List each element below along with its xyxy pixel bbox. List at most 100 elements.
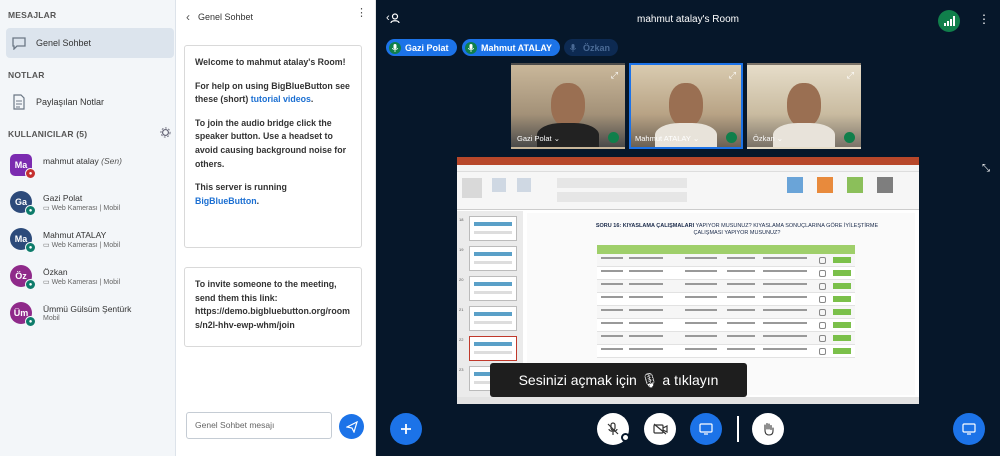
mic-icon — [389, 41, 401, 54]
options-menu-icon[interactable]: ⋮ — [978, 12, 990, 26]
user-list-item[interactable]: Öz ● Özkan ▭ Web Kamerası | Mobil — [10, 263, 170, 299]
sidebar-item-public-chat[interactable]: Genel Sohbet — [6, 28, 174, 58]
slide-thumbnail[interactable]: 18 — [459, 215, 521, 242]
chat-message-input[interactable]: Genel Sohbet mesajı — [186, 412, 332, 439]
notes-heading: NOTLAR — [8, 70, 45, 80]
mic-icon — [844, 132, 855, 143]
mic-off-icon — [606, 422, 620, 436]
chevron-left-icon[interactable]: ‹ — [186, 10, 190, 24]
mic-muted-badge-icon: ● — [25, 168, 36, 179]
user-list-item[interactable]: Ga ● Gazi Polat ▭ Web Kamerası | Mobil — [10, 189, 170, 225]
connection-status-button[interactable] — [938, 10, 960, 32]
actions-plus-button[interactable] — [390, 413, 422, 445]
welcome-room: mahmut atalay's Room — [246, 57, 343, 67]
chat-icon — [6, 36, 32, 50]
talking-indicator[interactable]: Gazi Polat — [386, 39, 457, 56]
app-titlebar — [457, 157, 919, 165]
video-tile[interactable]: ⤢ Mahmut ATALAY ⌄ — [629, 63, 743, 149]
invite-link[interactable]: https://demo.bigbluebutton.org/rooms/n2l… — [195, 306, 350, 330]
slide-table-row — [597, 332, 855, 345]
settings-gear-icon[interactable] — [160, 127, 171, 138]
desktop-icon — [699, 423, 713, 435]
fullscreen-icon[interactable]: ⤢ — [729, 70, 736, 81]
chat-header: ‹ Genel Sohbet ⋮ — [176, 0, 376, 34]
user-status: ▭ Web Kamerası | Mobil — [43, 279, 121, 286]
slide-thumbnail[interactable]: 22 — [459, 335, 521, 362]
slide-table-row — [597, 280, 855, 293]
video-name: Özkan ⌄ — [753, 134, 784, 143]
slide-heading-rest: YAPIYOR MUSUNUZ? KIYASLAMA SONUÇLARINA G… — [693, 223, 879, 236]
webcam-icon: ▭ — [43, 242, 52, 249]
sidebar-item-shared-notes[interactable]: Paylaşılan Notlar — [6, 87, 174, 117]
video-tile[interactable]: ⤢ Gazi Polat ⌄ — [511, 63, 625, 149]
slide-table-row — [597, 254, 855, 267]
video-name: Mahmut ATALAY ⌄ — [635, 134, 700, 143]
mic-badge-icon: ● — [25, 242, 36, 253]
user-status: Mobil — [43, 315, 60, 322]
help-end: . — [310, 94, 314, 105]
welcome-message: Welcome to mahmut atalay's Room! For hel… — [184, 45, 362, 248]
mic-badge-icon: ● — [25, 279, 36, 290]
video-name: Gazi Polat ⌄ — [517, 134, 560, 143]
bigbluebutton-link[interactable]: BigBlueButton — [195, 196, 257, 206]
participant-face — [669, 83, 703, 127]
meeting-area: ‹ mahmut atalay's Room ⋮ Gazi Polat Mahmu… — [376, 0, 1000, 456]
slide-thumbnail[interactable]: 20 — [459, 275, 521, 302]
server-end: . — [256, 195, 260, 206]
sidebar-item-label: Genel Sohbet — [36, 38, 92, 48]
users-heading: KULLANICILAR (5) — [8, 129, 88, 139]
tutorial-videos-link[interactable]: tutorial videos — [251, 94, 311, 104]
talking-indicator[interactable]: Özkan — [564, 39, 619, 56]
slide-table-row — [597, 267, 855, 280]
welcome-prefix: Welcome to — [195, 57, 247, 67]
video-tile[interactable]: ⤢ Özkan ⌄ — [747, 63, 861, 149]
slide-thumbnail[interactable]: 21 — [459, 305, 521, 332]
more-options-icon[interactable]: ⋮ — [356, 8, 367, 19]
chat-title: Genel Sohbet — [198, 12, 254, 22]
user-list-item[interactable]: Ma ● mahmut atalay (Sen) — [10, 152, 170, 188]
presentation-icon — [962, 423, 976, 435]
user-list-item[interactable]: Ma ● Mahmut ATALAY ▭ Web Kamerası | Mobi… — [10, 226, 170, 262]
plus-icon — [400, 423, 412, 435]
mic-badge-icon: ● — [25, 316, 36, 327]
mic-icon — [465, 41, 477, 54]
server-text: This server is running — [195, 182, 287, 193]
slide-table-row — [597, 345, 855, 358]
user-status: ▭ Web Kamerası | Mobil — [43, 205, 121, 212]
app-statusbar — [457, 397, 919, 404]
hand-icon — [762, 422, 775, 436]
slide-thumbnail[interactable]: 19 — [459, 245, 521, 272]
fullscreen-icon[interactable]: ⤢ — [847, 70, 854, 81]
user-list-sidebar: MESAJLAR Genel Sohbet NOTLAR Paylaşılan … — [0, 0, 176, 456]
slide-heading: SORU 16: KIYASLAMA ÇALIŞMALARI YAPIYOR M… — [587, 223, 887, 237]
ribbon-toolbar — [457, 172, 919, 210]
invite-message: To invite someone to the meeting, send t… — [184, 267, 362, 347]
slide-table-row — [597, 319, 855, 332]
room-title: mahmut atalay's Room — [637, 14, 739, 25]
camera-off-icon — [652, 423, 668, 435]
share-screen-button[interactable] — [690, 413, 722, 445]
divider — [737, 416, 739, 442]
sidebar-item-label: Paylaşılan Notlar — [36, 97, 105, 107]
participant-face — [551, 83, 585, 127]
talking-indicator[interactable]: Mahmut ATALAY — [462, 39, 560, 56]
messages-heading: MESAJLAR — [8, 10, 57, 20]
signal-bars-icon — [943, 16, 955, 26]
send-button[interactable] — [339, 414, 364, 439]
video-off-button[interactable] — [644, 413, 676, 445]
mic-badge-icon: ● — [25, 205, 36, 216]
webcam-icon: ▭ — [43, 279, 52, 286]
fullscreen-icon[interactable]: ⤢ — [611, 70, 618, 81]
mic-icon — [567, 42, 579, 54]
collapse-icon[interactable]: ⤡ — [982, 163, 990, 174]
slide-table-row — [597, 293, 855, 306]
unmute-toast: Sesinizi açmak için 🎙 a tıklayın — [490, 363, 747, 397]
restore-presentation-button[interactable] — [953, 413, 985, 445]
slide-table-header — [597, 245, 855, 254]
user-list-item[interactable]: Üm ● Ümmü Gülsüm Şentürk Mobil — [10, 300, 170, 336]
raise-hand-button[interactable] — [752, 413, 784, 445]
mic-status-dot — [621, 433, 630, 442]
user-status: ▭ Web Kamerası | Mobil — [43, 242, 121, 249]
user-name: Özkan — [43, 267, 68, 277]
mic-icon — [608, 132, 619, 143]
